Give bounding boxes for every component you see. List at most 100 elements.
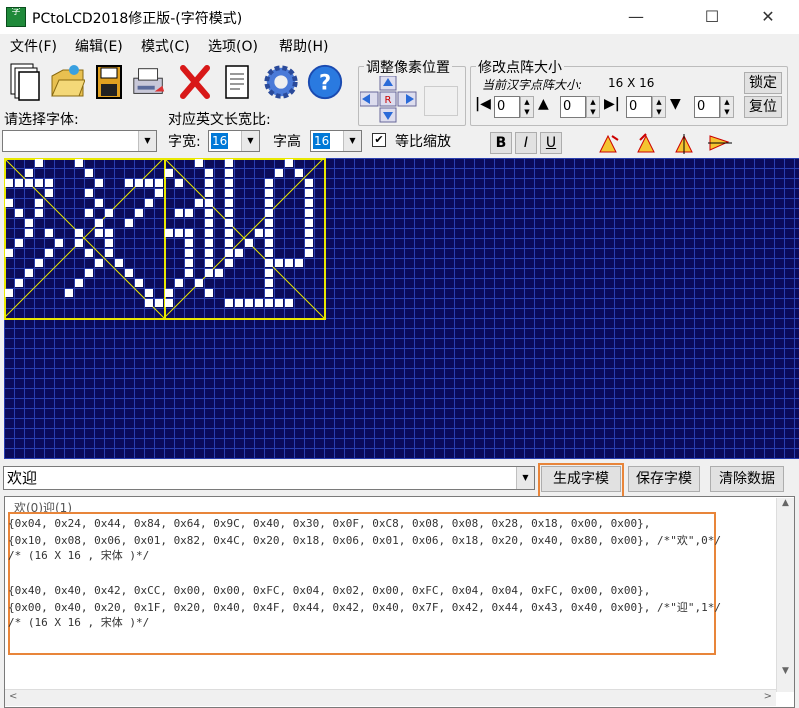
shrink-top-icon[interactable]: ▲ (538, 96, 549, 112)
pixel-on[interactable] (305, 239, 313, 247)
pixel-on[interactable] (185, 229, 193, 237)
pixel-on[interactable] (225, 249, 233, 257)
pixel-on[interactable] (225, 239, 233, 247)
horizontal-scrollbar[interactable]: < > (5, 689, 776, 706)
pixel-on[interactable] (15, 239, 23, 247)
pixel-on[interactable] (45, 229, 53, 237)
minimize-button[interactable]: — (613, 0, 659, 34)
pixel-on[interactable] (205, 289, 213, 297)
pixel-on[interactable] (35, 159, 43, 167)
pixel-grid[interactable] (4, 158, 799, 459)
pixel-on[interactable] (205, 189, 213, 197)
pixel-on[interactable] (305, 209, 313, 217)
pixel-on[interactable] (105, 209, 113, 217)
clear-data-button[interactable]: 清除数据 (710, 466, 784, 492)
pixel-on[interactable] (225, 299, 233, 307)
pixel-on[interactable] (305, 219, 313, 227)
spin-bottom[interactable]: 0 (694, 96, 720, 118)
pixel-on[interactable] (265, 219, 273, 227)
pixel-on[interactable] (245, 239, 253, 247)
spin-left-stepper[interactable]: ▲ ▼ (520, 96, 534, 118)
vertical-scrollbar[interactable]: ▲ ▼ (776, 498, 794, 692)
pixel-on[interactable] (175, 279, 183, 287)
pixel-on[interactable] (5, 289, 13, 297)
pixel-on[interactable] (215, 269, 223, 277)
maximize-button[interactable]: ☐ (689, 0, 735, 34)
pixel-on[interactable] (235, 249, 243, 257)
pixel-on[interactable] (305, 189, 313, 197)
pixel-on[interactable] (185, 269, 193, 277)
pixel-on[interactable] (305, 179, 313, 187)
pixel-on[interactable] (5, 179, 13, 187)
pixel-on[interactable] (55, 239, 63, 247)
pixel-on[interactable] (95, 219, 103, 227)
pixel-on[interactable] (85, 189, 93, 197)
pixel-on[interactable] (225, 259, 233, 267)
pixel-on[interactable] (15, 179, 23, 187)
rotate-ccw-icon[interactable] (636, 132, 660, 154)
pixel-on[interactable] (135, 179, 143, 187)
save-button[interactable] (90, 60, 128, 104)
pixel-on[interactable] (225, 169, 233, 177)
pixel-on[interactable] (265, 299, 273, 307)
pixel-on[interactable] (285, 259, 293, 267)
menu-options[interactable]: 选项(O) (208, 36, 258, 56)
shrink-right-icon[interactable]: ▶| (604, 96, 620, 112)
pixel-on[interactable] (95, 259, 103, 267)
pixel-on[interactable] (265, 189, 273, 197)
pixel-on[interactable] (225, 159, 233, 167)
pixel-on[interactable] (195, 199, 203, 207)
pixel-on[interactable] (205, 199, 213, 207)
spin-bottom-stepper[interactable]: ▲ ▼ (720, 96, 734, 118)
pixel-on[interactable] (25, 219, 33, 227)
pixel-on[interactable] (75, 229, 83, 237)
pixel-on[interactable] (265, 179, 273, 187)
pixel-on[interactable] (165, 289, 173, 297)
width-select[interactable]: 16 ▼ (208, 130, 260, 152)
underline-button[interactable]: U (540, 132, 562, 154)
pixel-on[interactable] (175, 209, 183, 217)
height-select[interactable]: 16 ▼ (310, 130, 362, 152)
pixel-on[interactable] (185, 209, 193, 217)
pixel-on[interactable] (205, 209, 213, 217)
rotate-cw-icon[interactable] (598, 132, 622, 154)
pixel-on[interactable] (145, 199, 153, 207)
print-button[interactable] (130, 60, 168, 104)
pixel-on[interactable] (265, 279, 273, 287)
generate-button[interactable]: 生成字模 (541, 466, 621, 492)
pixel-on[interactable] (185, 239, 193, 247)
pixel-on[interactable] (155, 299, 163, 307)
pixel-on[interactable] (25, 169, 33, 177)
pixel-on[interactable] (5, 199, 13, 207)
pixel-on[interactable] (205, 169, 213, 177)
pixel-on[interactable] (45, 189, 53, 197)
font-select[interactable]: ▼ (2, 130, 157, 152)
settings-button[interactable] (262, 60, 300, 104)
menu-edit[interactable]: 编辑(E) (75, 36, 123, 56)
pixel-on[interactable] (95, 229, 103, 237)
lock-button[interactable]: 锁定 (744, 72, 782, 94)
pixel-on[interactable] (195, 159, 203, 167)
pixel-on[interactable] (75, 239, 83, 247)
pixel-on[interactable] (145, 179, 153, 187)
pixel-on[interactable] (135, 209, 143, 217)
pixel-on[interactable] (265, 249, 273, 257)
pixel-on[interactable] (35, 209, 43, 217)
pixel-on[interactable] (265, 229, 273, 237)
pixel-on[interactable] (225, 229, 233, 237)
pixel-on[interactable] (85, 169, 93, 177)
pixel-on[interactable] (205, 219, 213, 227)
pixel-on[interactable] (105, 249, 113, 257)
pixel-on[interactable] (145, 289, 153, 297)
pixel-on[interactable] (75, 159, 83, 167)
spin-left[interactable]: 0 (494, 96, 520, 118)
pixel-on[interactable] (205, 239, 213, 247)
pixel-on[interactable] (105, 239, 113, 247)
pixel-on[interactable] (285, 299, 293, 307)
pixel-on[interactable] (205, 229, 213, 237)
pixel-on[interactable] (295, 259, 303, 267)
pixel-on[interactable] (15, 279, 23, 287)
pixel-on[interactable] (265, 269, 273, 277)
pixel-on[interactable] (165, 229, 173, 237)
pixel-on[interactable] (145, 299, 153, 307)
